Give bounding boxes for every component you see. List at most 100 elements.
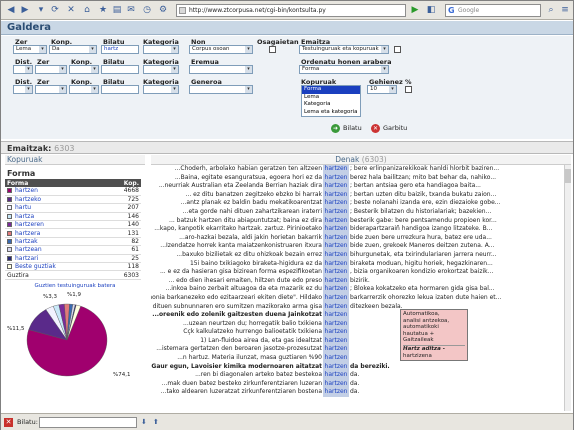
url-field[interactable]: http://www.ztcorpusa.net/cgi-bin/kontsul…: [176, 4, 406, 17]
dist-select-2[interactable]: ▾: [13, 65, 33, 74]
forma-cell[interactable]: hartzen: [5, 187, 105, 196]
eremua-select[interactable]: ▾: [189, 65, 253, 74]
arrow-down-icon[interactable]: ⬇: [141, 418, 147, 427]
table-row[interactable]: hartzen 4668: [5, 187, 141, 196]
keyword[interactable]: hartzen: [323, 354, 349, 363]
forma-cell[interactable]: hartzera: [5, 228, 105, 238]
concordance-row[interactable]: ...baxuko bizilietak ez ditu ohizkoak be…: [151, 250, 563, 260]
search-field[interactable]: G Google: [445, 4, 541, 17]
print-icon[interactable]: ▤: [111, 4, 123, 16]
keyword[interactable]: hartzen: [323, 233, 349, 243]
keyword[interactable]: hartzen: [323, 216, 349, 226]
concordance-row[interactable]: ...inkoa baino zerbait altuagoa da eta m…: [151, 285, 563, 294]
concordance-row[interactable]: ...Gaur egun, Lavoisier kimika modernoar…: [151, 362, 563, 372]
keyword[interactable]: hartzen: [323, 259, 349, 269]
table-row[interactable]: Beste guztiak 118: [5, 262, 141, 272]
concordance-row[interactable]: 15i baino txikiagoko biraketa-higidura e…: [151, 259, 563, 269]
zer-select-3[interactable]: ▾: [35, 85, 67, 94]
table-row[interactable]: hartzean 61: [5, 245, 141, 255]
keyword[interactable]: hartzen: [323, 165, 349, 174]
forma-cell[interactable]: hartzak: [5, 237, 105, 247]
ordenatu-select[interactable]: Forma ▾: [299, 65, 389, 74]
keyword[interactable]: hartzen: [323, 302, 349, 312]
keyword[interactable]: hartzen: [323, 225, 349, 234]
table-row[interactable]: hartzera 131: [5, 228, 141, 238]
concordance-row[interactable]: ...monia barkanezeko edo ezitaarzeari ek…: [151, 293, 563, 303]
emaitza-select[interactable]: Testuinguruak eta kopuruak ▾: [299, 45, 389, 54]
table-row[interactable]: hartu 207: [5, 203, 141, 213]
keyword[interactable]: hartzen: [323, 190, 349, 200]
scrollbar-thumb[interactable]: [565, 169, 571, 183]
forma-cell[interactable]: hartza: [5, 212, 105, 222]
sidebar-icon[interactable]: ◧: [425, 4, 437, 16]
col-kop[interactable]: Kop.: [104, 179, 141, 187]
concordance-row[interactable]: ...mak duen batez besteko zirkunferentzi…: [151, 379, 563, 389]
concordance-row[interactable]: ...kapo, kanpotik ekarritako hartzak. za…: [151, 225, 563, 234]
konp-select-3[interactable]: ▾: [69, 85, 99, 94]
bilatu-input[interactable]: hartz: [101, 45, 139, 54]
concordance-row[interactable]: ...tako aldearen luzeratzat zirkunferent…: [151, 388, 563, 398]
keyword[interactable]: hartzen: [323, 336, 349, 346]
scrollbar[interactable]: [564, 165, 571, 411]
back-icon[interactable]: ◀: [5, 4, 17, 16]
gehienez-select[interactable]: 10 ▾: [367, 85, 397, 94]
garbitu-button[interactable]: ✕ Garbitu: [371, 123, 407, 134]
bilatu-input-2[interactable]: [101, 65, 139, 74]
concordance-row[interactable]: ...Izendatze horrek kanta maiatzenkonist…: [151, 242, 563, 251]
concordance-row[interactable]: ...uzean neurtzen du; horregatik balio t…: [151, 319, 563, 329]
concordance-row[interactable]: ... batzuk hartzen ditu abiapuntutzat; b…: [151, 216, 563, 226]
keyword[interactable]: hartzen: [323, 182, 349, 191]
keyword[interactable]: hartzen: [323, 276, 349, 286]
keyword[interactable]: hartzen: [323, 250, 349, 260]
non-select[interactable]: Corpus osoan ▾: [189, 45, 253, 54]
history-icon[interactable]: ◷: [141, 4, 153, 16]
concordance-row[interactable]: ...n hartuz. Materia ilunzat, masa guzti…: [151, 354, 563, 363]
home-icon[interactable]: ⌂: [81, 4, 93, 16]
search-go-icon[interactable]: ⌕: [545, 4, 557, 16]
forma-cell[interactable]: hartu: [5, 203, 105, 213]
kategoria-select-3[interactable]: ▾: [143, 85, 179, 94]
kopuruak-listbox[interactable]: Forma Lema Kategoria Lema eta kategoria: [301, 85, 361, 117]
konp-select-2[interactable]: ▾: [69, 65, 99, 74]
kopuruak-option[interactable]: Lema eta kategoria: [302, 109, 360, 117]
forma-cell[interactable]: hartzeko: [5, 195, 105, 205]
generoa-select[interactable]: ▾: [189, 85, 253, 94]
concordance-row[interactable]: ... e ez da hasieran gisa bizirean forma…: [151, 268, 563, 277]
col-forma[interactable]: Forma: [5, 179, 105, 187]
zer-select[interactable]: Lema ▾: [13, 45, 47, 54]
reload-icon[interactable]: ⟳: [49, 4, 61, 16]
dropdown-icon[interactable]: ▾: [35, 4, 47, 16]
dist-select-3[interactable]: ▾: [13, 85, 33, 94]
forma-cell[interactable]: hartzari: [5, 254, 105, 264]
concordance-row[interactable]: ...istemara gertatzen den beroaren jasot…: [151, 345, 563, 355]
concordance-row[interactable]: 1) Lan-fluidoa airea da, eta gas idealtz…: [151, 336, 563, 346]
kopuruak-option[interactable]: Kategoria: [302, 101, 360, 109]
keyword[interactable]: hartzen: [323, 268, 349, 277]
menu-icon[interactable]: ≡: [559, 4, 571, 16]
concordance-row[interactable]: ...Choderh, arbolako habian geratzen ten…: [151, 165, 563, 174]
concordance-row[interactable]: ...neurriak Australian eta Zeelanda Berr…: [151, 182, 563, 191]
concordance-row[interactable]: ...oreenik edo zolenik gaitzesten duena …: [151, 311, 563, 320]
konp-select[interactable]: Da ▾: [49, 45, 97, 54]
mail-icon[interactable]: ✉: [125, 4, 137, 16]
keyword[interactable]: hartzen: [323, 319, 349, 329]
keyword[interactable]: hartzen: [323, 379, 349, 389]
keyword[interactable]: hartzen: [323, 345, 349, 355]
concordance-row[interactable]: ... ez ditu banatzen zegitzeko ebzko bi …: [151, 190, 563, 200]
bilatu-button[interactable]: ➜ Bilatu: [331, 123, 362, 134]
kategoria-select[interactable]: ▾: [143, 45, 179, 54]
keyword[interactable]: hartzen: [323, 285, 349, 294]
concordance-row[interactable]: Cçk kalkulatzeko hurrengo balioetatik tx…: [151, 328, 563, 337]
concordance-row[interactable]: ... edo dien ihesari emaiten, hiltzen du…: [151, 276, 563, 286]
keyword[interactable]: hartzen: [323, 371, 349, 380]
concordance-row[interactable]: ...Baina, egitate esanguratsua, egoera h…: [151, 173, 563, 183]
table-row[interactable]: hartzak 82: [5, 237, 141, 247]
keyword[interactable]: hartzen: [323, 293, 349, 303]
stop-icon[interactable]: ✕: [65, 4, 77, 16]
keyword[interactable]: hartzen: [323, 328, 349, 337]
concordance-row[interactable]: ...eta gorde nahi dituen zahartzikarean …: [151, 207, 563, 217]
keyword[interactable]: hartzen: [323, 173, 349, 183]
forma-cell[interactable]: Beste guztiak: [5, 262, 105, 272]
kategoria-select-2[interactable]: ▾: [143, 65, 179, 74]
forma-cell[interactable]: hartzeren: [5, 220, 105, 230]
